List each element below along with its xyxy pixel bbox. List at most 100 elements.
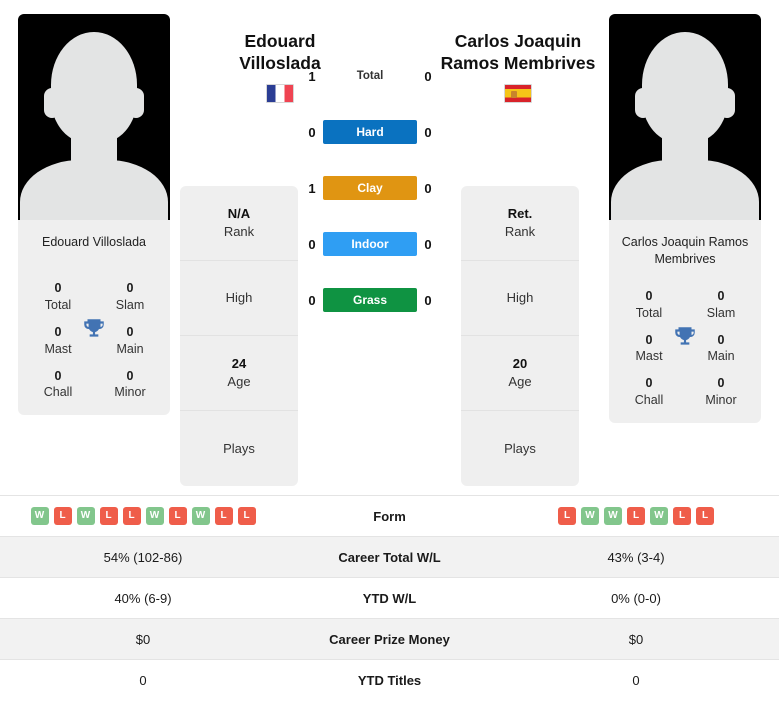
form-badge-l[interactable]: L: [627, 507, 645, 525]
title-minor: 0 Minor: [106, 368, 154, 402]
title-minor-value: 0: [717, 376, 725, 391]
form-badge-l[interactable]: L: [168, 507, 187, 525]
form-badge-l[interactable]: L: [53, 507, 72, 525]
title-total: 0 Total: [625, 288, 673, 322]
table-row: $0 Career Prize Money $0: [0, 618, 779, 660]
form-badge-w[interactable]: W: [76, 507, 95, 525]
h2h-row-hard: 0 Hard 0: [300, 118, 440, 146]
player-card-right[interactable]: Carlos Joaquin Ramos Membrives 0 Total 0…: [609, 14, 761, 423]
info-age-label: Age: [227, 374, 251, 389]
title-chall: 0 Chall: [34, 368, 82, 402]
info-row-rank: Ret. Rank: [461, 186, 579, 261]
player-card-name-left: Edouard Villoslada: [41, 235, 146, 249]
form-badge-l[interactable]: L: [558, 507, 576, 525]
title-chall: 0 Chall: [625, 375, 673, 409]
h2h-row-total: 1 Total 0: [300, 62, 440, 90]
title-slam: 0 Slam: [697, 288, 745, 322]
h2h-right-score: 0: [424, 124, 432, 140]
avatar-ear-right-icon: [719, 88, 735, 118]
player-name-block-right[interactable]: Carlos Joaquin Ramos Membrives: [418, 30, 618, 103]
info-row-plays: Plays: [461, 411, 579, 486]
title-minor-value: 0: [126, 368, 134, 383]
form-badge-l[interactable]: L: [696, 507, 714, 525]
h2h-right-score: 0: [424, 68, 432, 84]
h2h-left-score: 1: [308, 68, 316, 84]
info-high-label: High: [506, 290, 534, 306]
info-rank-label: Rank: [504, 224, 536, 239]
row-label-career-total-wl: Career Total W/L: [286, 536, 493, 578]
title-mast: 0 Mast: [34, 324, 82, 358]
avatar-ear-left-icon: [635, 88, 651, 118]
titles-row: 0 Chall 0 Minor: [609, 375, 761, 409]
h2h-row-grass: 0 Grass 0: [300, 286, 440, 314]
avatar-body-icon: [20, 160, 168, 220]
info-row-age: 20 Age: [461, 336, 579, 411]
form-badge-l[interactable]: L: [122, 507, 141, 525]
row-label-form: Form: [286, 495, 493, 537]
info-plays-label: Plays: [504, 440, 536, 456]
h2h-left-score: 0: [308, 292, 316, 308]
h2h-right-score: 0: [424, 292, 432, 308]
form-badge-l[interactable]: L: [673, 507, 691, 525]
title-mast: 0 Mast: [625, 332, 673, 366]
career-wl-right: 43% (3-4): [493, 536, 779, 578]
titles-row: 0 Chall 0 Minor: [18, 368, 170, 402]
form-cell-right: LWWLWLL: [493, 495, 779, 537]
title-main-label: Main: [116, 341, 144, 356]
title-total: 0 Total: [34, 280, 82, 314]
title-chall-value: 0: [645, 376, 653, 391]
info-age-label: Age: [508, 374, 532, 389]
h2h-left-score: 0: [308, 236, 316, 252]
ytd-titles-right: 0: [493, 659, 779, 701]
form-cell-left: WLWLLWLWLL: [0, 495, 286, 537]
title-slam-value: 0: [717, 288, 725, 303]
info-row-age: 24 Age: [180, 336, 298, 411]
info-row-high: High: [180, 261, 298, 336]
form-badge-w[interactable]: W: [650, 507, 668, 525]
titles-grid-left: 0 Total 0 Slam 0 Mast 0 Main 0 Chall 0 M…: [18, 264, 170, 415]
title-mast-value: 0: [645, 332, 653, 347]
player-card-left[interactable]: Edouard Villoslada 0 Total 0 Slam 0 Mast…: [18, 14, 170, 416]
table-row: 0 YTD Titles 0: [0, 659, 779, 701]
h2h-surface-label-hard[interactable]: Hard: [323, 120, 417, 144]
table-row: 54% (102-86) Career Total W/L 43% (3-4): [0, 536, 779, 578]
h2h-right-score: 0: [424, 236, 432, 252]
ytd-titles-left: 0: [0, 659, 286, 701]
form-badge-w[interactable]: W: [145, 507, 164, 525]
title-main-value: 0: [126, 324, 134, 339]
h2h-left-score: 0: [308, 124, 316, 140]
row-label-career-prize-money: Career Prize Money: [286, 618, 493, 660]
h2h-right-score: 0: [424, 180, 432, 196]
title-total-value: 0: [645, 288, 653, 303]
form-badge-w[interactable]: W: [191, 507, 210, 525]
avatar-ear-right-icon: [128, 88, 144, 118]
titles-row: 0 Total 0 Slam: [18, 280, 170, 314]
titles-row: 0 Total 0 Slam: [609, 288, 761, 322]
info-row-high: High: [461, 261, 579, 336]
h2h-surface-label-clay[interactable]: Clay: [323, 176, 417, 200]
form-strip-left: WLWLLWLWLL: [8, 507, 278, 525]
head-section: Edouard Villoslada 0 Total 0 Slam 0 Mast…: [0, 0, 779, 495]
titles-grid-right: 0 Total 0 Slam 0 Mast 0 Main 0 Chall 0 M…: [609, 272, 761, 423]
form-badge-w[interactable]: W: [581, 507, 599, 525]
info-plays-label: Plays: [223, 440, 255, 456]
form-badge-w[interactable]: W: [30, 507, 49, 525]
h2h-surface-label-indoor[interactable]: Indoor: [323, 232, 417, 256]
h2h-surface-label-total: Total: [356, 70, 384, 82]
form-badge-w[interactable]: W: [604, 507, 622, 525]
flag-france-icon: [266, 83, 294, 103]
title-minor: 0 Minor: [697, 375, 745, 409]
title-minor-label: Minor: [705, 393, 737, 408]
info-age-value: 20: [512, 356, 528, 372]
h2h-row-clay: 1 Clay 0: [300, 174, 440, 202]
form-badge-l[interactable]: L: [99, 507, 118, 525]
form-badge-l[interactable]: L: [214, 507, 233, 525]
trophy-icon: [672, 324, 698, 355]
avatar-ear-left-icon: [44, 88, 60, 118]
form-badge-l[interactable]: L: [237, 507, 256, 525]
h2h-surface-label-grass[interactable]: Grass: [323, 288, 417, 312]
comparison-table: WLWLLWLWLL Form LWWLWLL 54% (102-86) Car…: [0, 495, 779, 701]
title-main: 0 Main: [697, 332, 745, 366]
info-card-right: Ret. Rank High 20 Age Plays: [461, 186, 579, 486]
title-chall-label: Chall: [43, 385, 73, 400]
